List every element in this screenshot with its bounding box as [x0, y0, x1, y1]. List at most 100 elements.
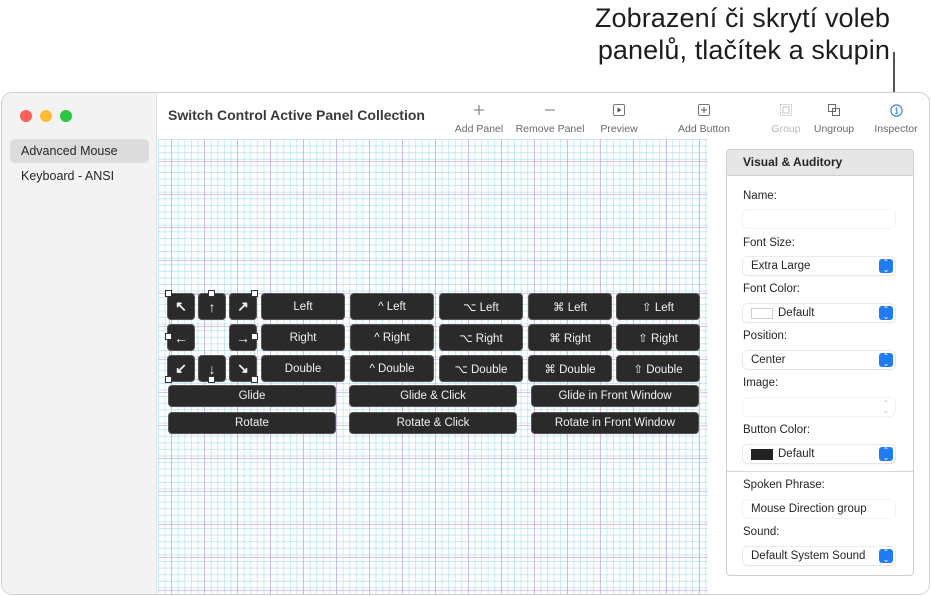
arrow-up-left-key[interactable]: ↖ — [168, 294, 194, 319]
resize-handle[interactable] — [165, 376, 172, 383]
command-double-click-key[interactable]: ⌘ Double — [529, 356, 611, 381]
callout-annotation: Zobrazení či skrytí voleb panelů, tlačít… — [540, 2, 890, 66]
resize-handle[interactable] — [251, 333, 258, 340]
resize-handle[interactable] — [165, 290, 172, 297]
position-label: Position: — [743, 330, 788, 342]
font-color-label: Font Color: — [743, 283, 800, 295]
callout-line-1: Zobrazení či skrytí voleb — [594, 3, 890, 33]
panel-canvas[interactable]: ↖ ↑ ↗ ← → ↙ ↓ ↘ Left ^ Left ⌥ Left ⌘ Lef… — [158, 139, 708, 594]
arrow-up-right-key[interactable]: ↗ — [230, 294, 256, 319]
preview-label: Preview — [600, 123, 638, 135]
spoken-phrase-input[interactable]: Mouse Direction group — [743, 500, 895, 518]
command-left-click-key[interactable]: ⌘ Left — [529, 294, 611, 319]
popup-chevron-icon: ⌃ ⌄ — [879, 353, 893, 368]
image-label: Image: — [743, 377, 779, 389]
resize-handle[interactable] — [208, 376, 215, 383]
image-select[interactable]: ⌃ ⌄ — [743, 398, 895, 416]
button-color-swatch — [751, 448, 773, 460]
popup-chevron-icon: ⌃ ⌄ — [879, 549, 893, 564]
resize-handle[interactable] — [251, 290, 258, 297]
window-controls — [20, 110, 72, 122]
ungroup-icon — [810, 101, 858, 119]
button-color-select[interactable]: Default ⌃ ⌄ — [743, 445, 895, 463]
name-label: Name: — [743, 190, 777, 202]
sidebar-item-advanced-mouse[interactable]: Advanced Mouse — [10, 139, 149, 163]
inspector-panel: Visual & Auditory Name: Font Size: Extra… — [726, 149, 914, 576]
minimize-window-button[interactable] — [40, 110, 52, 122]
zoom-window-button[interactable] — [60, 110, 72, 122]
ungroup-label: Ungroup — [813, 123, 855, 135]
shift-left-click-key[interactable]: ⇧ Left — [617, 294, 699, 319]
font-size-label: Font Size: — [743, 237, 795, 249]
glide-key[interactable]: Glide — [169, 386, 335, 406]
plus-icon — [440, 101, 518, 119]
arrow-up-key[interactable]: ↑ — [199, 294, 225, 319]
add-button-button[interactable]: Add Button — [664, 101, 744, 135]
rotate-key[interactable]: Rotate — [169, 413, 335, 433]
inspector-pane: Visual & Auditory Name: Font Size: Extra… — [708, 139, 929, 594]
info-icon — [870, 101, 922, 119]
spoken-phrase-label: Spoken Phrase: — [743, 479, 825, 491]
add-button-icon — [664, 101, 744, 119]
option-double-click-key[interactable]: ⌥ Double — [440, 356, 522, 381]
rotate-in-front-window-key[interactable]: Rotate in Front Window — [532, 413, 698, 433]
popup-chevron-icon: ⌃ ⌄ — [879, 306, 893, 321]
double-click-key[interactable]: Double — [262, 356, 344, 381]
callout-line-2: panelů, tlačítek a skupin — [597, 35, 890, 65]
toolbar: Switch Control Active Panel Collection A… — [158, 93, 929, 139]
font-color-swatch — [751, 307, 773, 319]
inspector-label: Inspector — [874, 123, 918, 135]
font-color-select[interactable]: Default ⌃ ⌄ — [743, 304, 895, 322]
resize-handle[interactable] — [208, 290, 215, 297]
resize-handle[interactable] — [251, 376, 258, 383]
resize-handle[interactable] — [165, 333, 172, 340]
glide-and-click-key[interactable]: Glide & Click — [350, 386, 516, 406]
remove-panel-button[interactable]: Remove Panel — [510, 101, 590, 135]
position-select[interactable]: Center ⌃ ⌄ — [743, 351, 895, 369]
app-window: Advanced Mouse Keyboard - ANSI Switch Co… — [1, 92, 930, 595]
font-size-select[interactable]: Extra Large ⌃ ⌄ — [743, 257, 895, 275]
popup-chevron-icon: ⌃ ⌄ — [879, 447, 893, 462]
group-button[interactable]: Group — [766, 101, 806, 135]
name-input[interactable] — [743, 210, 895, 228]
add-button-label: Add Button — [678, 123, 730, 135]
position-value: Center — [751, 354, 786, 366]
ungroup-button[interactable]: Ungroup — [810, 101, 858, 135]
button-color-label: Button Color: — [743, 424, 811, 436]
shift-double-click-key[interactable]: ⇧ Double — [617, 356, 699, 381]
group-icon — [766, 101, 806, 119]
add-panel-label: Add Panel — [454, 123, 504, 135]
popup-chevron-icon: ⌃ ⌄ — [879, 259, 893, 274]
option-right-click-key[interactable]: ⌥ Right — [440, 325, 522, 350]
font-size-value: Extra Large — [751, 260, 811, 272]
inspector-divider — [727, 471, 913, 472]
font-color-value: Default — [778, 307, 815, 319]
minus-icon — [510, 101, 590, 119]
sound-value: Default System Sound — [751, 550, 866, 562]
left-click-key[interactable]: Left — [262, 294, 344, 319]
sound-label: Sound: — [743, 526, 780, 538]
window-title: Switch Control Active Panel Collection — [168, 107, 425, 123]
preview-button[interactable]: Preview — [584, 101, 654, 135]
control-double-click-key[interactable]: ^ Double — [351, 356, 433, 381]
rotate-and-click-key[interactable]: Rotate & Click — [350, 413, 516, 433]
control-right-click-key[interactable]: ^ Right — [351, 325, 433, 350]
add-panel-button[interactable]: Add Panel — [440, 101, 518, 135]
group-label: Group — [771, 123, 801, 135]
panel-list: Advanced Mouse Keyboard - ANSI — [10, 139, 149, 189]
button-color-value: Default — [778, 448, 815, 460]
command-right-click-key[interactable]: ⌘ Right — [529, 325, 611, 350]
option-left-click-key[interactable]: ⌥ Left — [440, 294, 522, 319]
sidebar-item-keyboard-ansi[interactable]: Keyboard - ANSI — [10, 164, 149, 188]
control-left-click-key[interactable]: ^ Left — [351, 294, 433, 319]
glide-in-front-window-key[interactable]: Glide in Front Window — [532, 386, 698, 406]
right-click-key[interactable]: Right — [262, 325, 344, 350]
popup-chevron-icon: ⌃ ⌄ — [882, 399, 890, 415]
inspector-button[interactable]: Inspector — [870, 101, 922, 135]
sidebar: Advanced Mouse Keyboard - ANSI — [2, 93, 157, 594]
inspector-section-title: Visual & Auditory — [727, 150, 913, 176]
sound-select[interactable]: Default System Sound ⌃ ⌄ — [743, 547, 895, 565]
shift-right-click-key[interactable]: ⇧ Right — [617, 325, 699, 350]
play-icon — [584, 101, 654, 119]
close-window-button[interactable] — [20, 110, 32, 122]
